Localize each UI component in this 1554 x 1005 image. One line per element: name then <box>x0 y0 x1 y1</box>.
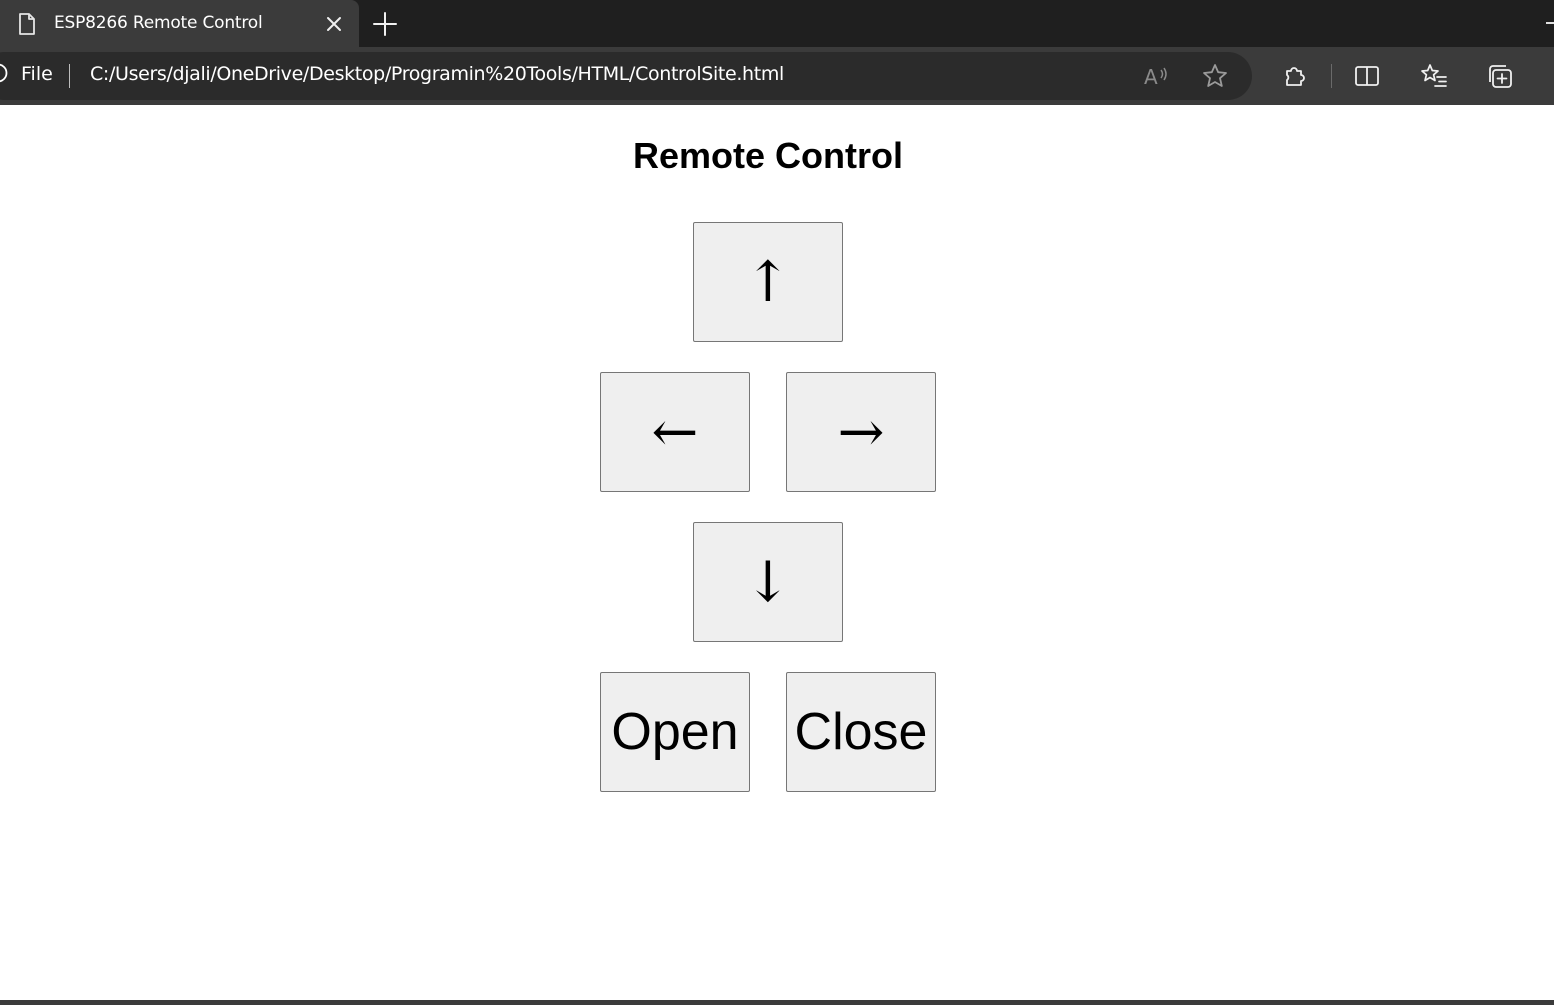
file-scheme-label[interactable]: File <box>21 63 53 85</box>
info-icon[interactable] <box>0 63 8 83</box>
open-button[interactable]: Open <box>600 672 750 792</box>
close-button[interactable]: Close <box>786 672 936 792</box>
new-tab-plus-icon[interactable] <box>370 9 400 39</box>
extensions-puzzle-icon[interactable] <box>1281 62 1309 90</box>
read-aloud-icon[interactable]: A <box>1142 62 1170 90</box>
down-button[interactable]: ↓ <box>693 522 843 642</box>
page-content: Remote Control ↑ ← → ↓ Open Close <box>0 105 1554 1000</box>
svg-text:A: A <box>1144 65 1158 89</box>
collections-icon[interactable] <box>1486 62 1514 90</box>
address-divider <box>69 64 70 88</box>
window-bottom-border <box>0 1000 1554 1005</box>
url-text[interactable]: C:/Users/djali/OneDrive/Desktop/Programi… <box>90 63 784 85</box>
left-button[interactable]: ← <box>600 372 750 492</box>
close-tab-icon[interactable] <box>322 12 346 36</box>
right-button[interactable]: → <box>786 372 936 492</box>
page-icon <box>18 13 36 35</box>
minimize-icon[interactable] <box>1546 22 1554 24</box>
browser-toolbar: File C:/Users/djali/OneDrive/Desktop/Pro… <box>0 47 1554 105</box>
favorites-list-icon[interactable] <box>1420 62 1448 90</box>
tab-title: ESP8266 Remote Control <box>54 13 263 33</box>
up-button[interactable]: ↑ <box>693 222 843 342</box>
page-title: Remote Control <box>633 135 903 176</box>
split-screen-icon[interactable] <box>1353 62 1381 90</box>
toolbar-divider <box>1331 64 1332 88</box>
tab-strip: ESP8266 Remote Control <box>0 0 1554 47</box>
favorite-star-icon[interactable] <box>1201 62 1229 90</box>
active-tab[interactable]: ESP8266 Remote Control <box>0 0 359 47</box>
